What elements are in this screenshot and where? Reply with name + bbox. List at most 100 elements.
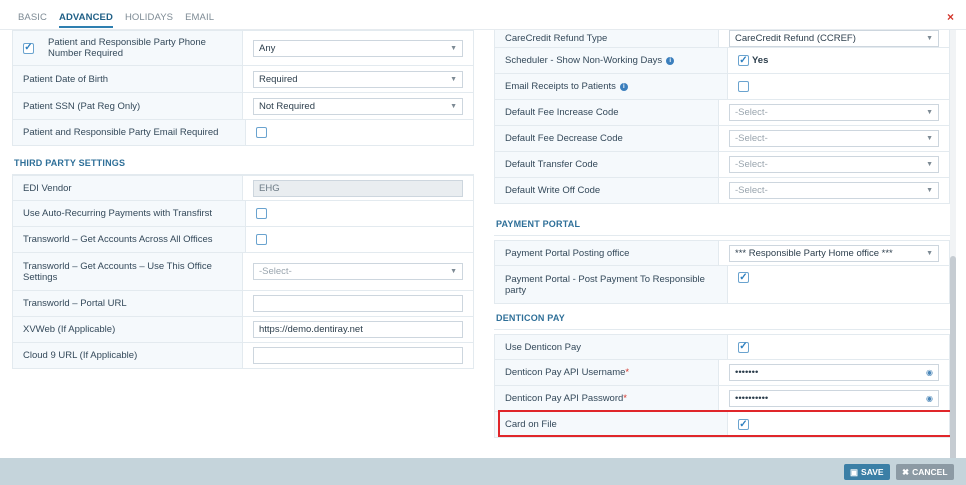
setting-field: -Select- ▼ bbox=[718, 178, 949, 203]
chevron-down-icon: ▼ bbox=[450, 102, 457, 110]
portal-posting-office-select[interactable]: *** Responsible Party Home office *** ▼ bbox=[729, 244, 939, 262]
modal-footer: ▣ SAVE ✖ CANCEL bbox=[0, 458, 966, 485]
setting-label: Default Write Off Code bbox=[505, 185, 601, 196]
chevron-down-icon: ▼ bbox=[926, 161, 933, 168]
transworld-portal-url-input[interactable] bbox=[253, 295, 463, 312]
select-value: Any bbox=[259, 42, 276, 54]
setting-label: Transworld – Get Accounts Across All Off… bbox=[23, 234, 213, 245]
scrollbar[interactable] bbox=[950, 30, 956, 478]
ssn-select[interactable]: Not Required ▼ bbox=[253, 97, 463, 115]
setting-label: Scheduler - Show Non-Working Days bbox=[505, 55, 663, 66]
scrollbar-thumb[interactable] bbox=[950, 256, 956, 478]
setting-row-transworld-office-settings: Transworld – Get Accounts – Use This Off… bbox=[12, 253, 474, 291]
setting-label: XVWeb (If Applicable) bbox=[23, 324, 116, 335]
setting-field bbox=[242, 291, 473, 316]
setting-row-post-payment-responsible: Payment Portal - Post Payment To Respons… bbox=[494, 266, 950, 304]
setting-field bbox=[242, 343, 473, 368]
right-settings-column: CareCredit Refund Type CareCredit Refund… bbox=[494, 30, 950, 438]
chevron-down-icon: ▼ bbox=[450, 75, 457, 83]
transworld-all-offices-checkbox[interactable] bbox=[256, 234, 267, 245]
setting-row-transworld-all-offices: Transworld – Get Accounts Across All Off… bbox=[12, 227, 474, 253]
non-working-days-checkbox[interactable] bbox=[738, 55, 749, 66]
setting-field bbox=[245, 227, 473, 252]
chevron-down-icon: ▼ bbox=[926, 109, 933, 116]
setting-row-ssn: Patient SSN (Pat Reg Only) Not Required ▼ bbox=[12, 93, 474, 120]
setting-label-cell: Denticon Pay API Password * bbox=[495, 386, 718, 411]
transworld-office-select[interactable]: -Select- ▼ bbox=[253, 263, 463, 280]
setting-field: CareCredit Refund (CCREF) ▼ bbox=[718, 30, 949, 47]
save-button[interactable]: ▣ SAVE bbox=[844, 464, 890, 480]
setting-field bbox=[727, 335, 949, 359]
select-value: Required bbox=[259, 73, 298, 85]
fee-increase-select[interactable]: -Select- ▼ bbox=[729, 104, 939, 121]
setting-label: Default Fee Increase Code bbox=[505, 107, 619, 118]
denticon-pay-heading: DENTICON PAY bbox=[494, 306, 950, 330]
setting-label: Cloud 9 URL (If Applicable) bbox=[23, 350, 138, 361]
setting-field: https://demo.dentiray.net bbox=[242, 317, 473, 342]
tab-email[interactable]: EMAIL bbox=[185, 12, 214, 28]
input-value: EHG bbox=[259, 182, 280, 194]
select-value: -Select- bbox=[259, 266, 292, 277]
left-settings-column: Patient and Responsible Party Phone Numb… bbox=[12, 30, 474, 369]
setting-label: Patient Date of Birth bbox=[23, 73, 109, 85]
third-party-settings-heading: THIRD PARTY SETTINGS bbox=[12, 151, 474, 175]
setting-field: Yes bbox=[727, 48, 949, 73]
input-value: https://demo.dentiray.net bbox=[259, 324, 363, 335]
eye-icon[interactable]: ◉ bbox=[926, 368, 933, 377]
dob-select[interactable]: Required ▼ bbox=[253, 70, 463, 88]
select-value: -Select- bbox=[735, 107, 768, 118]
api-password-input[interactable]: •••••••••• ◉ bbox=[729, 390, 939, 407]
edi-vendor-field: EHG bbox=[253, 179, 463, 197]
write-off-code-select[interactable]: -Select- ▼ bbox=[729, 182, 939, 199]
setting-row-api-username: Denticon Pay API Username * ••••••• ◉ bbox=[494, 360, 950, 386]
chevron-down-icon: ▼ bbox=[926, 187, 933, 194]
select-value: -Select- bbox=[735, 133, 768, 144]
setting-label: Email Receipts to Patients bbox=[505, 81, 616, 92]
tab-advanced[interactable]: ADVANCED bbox=[59, 12, 113, 28]
setting-label: Patient SSN (Pat Reg Only) bbox=[23, 100, 141, 112]
setting-field: EHG bbox=[242, 176, 473, 200]
select-value: CareCredit Refund (CCREF) bbox=[735, 33, 856, 44]
setting-field bbox=[727, 266, 949, 303]
email-receipts-checkbox[interactable] bbox=[738, 81, 749, 92]
use-denticon-pay-checkbox[interactable] bbox=[738, 341, 749, 353]
cloud9-url-input[interactable] bbox=[253, 347, 463, 364]
fee-decrease-select[interactable]: -Select- ▼ bbox=[729, 130, 939, 147]
setting-field bbox=[245, 201, 473, 226]
cancel-button[interactable]: ✖ CANCEL bbox=[896, 464, 954, 480]
setting-row-phone-required: Patient and Responsible Party Phone Numb… bbox=[12, 30, 474, 66]
info-icon[interactable]: i bbox=[619, 82, 628, 91]
setting-label: Denticon Pay API Password bbox=[505, 393, 624, 404]
eye-icon[interactable]: ◉ bbox=[926, 394, 933, 403]
setting-field bbox=[727, 74, 949, 99]
select-value: Not Required bbox=[259, 100, 315, 112]
input-value: ••••••• bbox=[735, 367, 759, 378]
phone-required-checkbox[interactable] bbox=[23, 42, 34, 54]
auto-recurring-checkbox[interactable] bbox=[256, 208, 267, 219]
settings-tabs: BASIC ADVANCED HOLIDAYS EMAIL bbox=[18, 12, 214, 28]
close-icon[interactable]: × bbox=[947, 10, 954, 24]
card-on-file-highlight bbox=[498, 410, 952, 437]
tab-basic[interactable]: BASIC bbox=[18, 12, 47, 28]
chevron-down-icon: ▼ bbox=[926, 135, 933, 142]
tab-holidays[interactable]: HOLIDAYS bbox=[125, 12, 173, 28]
setting-label: Use Denticon Pay bbox=[505, 341, 582, 353]
carecredit-refund-select[interactable]: CareCredit Refund (CCREF) ▼ bbox=[729, 30, 939, 47]
setting-row-write-off-code: Default Write Off Code -Select- ▼ bbox=[494, 178, 950, 204]
close-icon: ✖ bbox=[902, 466, 910, 477]
save-button-label: SAVE bbox=[861, 467, 884, 477]
info-icon[interactable]: i bbox=[666, 56, 675, 65]
save-icon: ▣ bbox=[850, 466, 859, 477]
required-mark: * bbox=[625, 367, 630, 378]
setting-field bbox=[245, 120, 473, 145]
setting-label: Use Auto-Recurring Payments with Transfi… bbox=[23, 208, 213, 219]
setting-row-edi-vendor: EDI Vendor EHG bbox=[12, 175, 474, 201]
email-required-checkbox[interactable] bbox=[256, 127, 267, 138]
phone-required-select[interactable]: Any ▼ bbox=[253, 39, 463, 57]
setting-label: Default Fee Decrease Code bbox=[505, 133, 623, 144]
xvweb-url-input[interactable]: https://demo.dentiray.net bbox=[253, 321, 463, 338]
post-payment-responsible-checkbox[interactable] bbox=[738, 272, 749, 283]
yes-label: Yes bbox=[752, 55, 769, 66]
api-username-input[interactable]: ••••••• ◉ bbox=[729, 364, 939, 381]
transfer-code-select[interactable]: -Select- ▼ bbox=[729, 156, 939, 173]
